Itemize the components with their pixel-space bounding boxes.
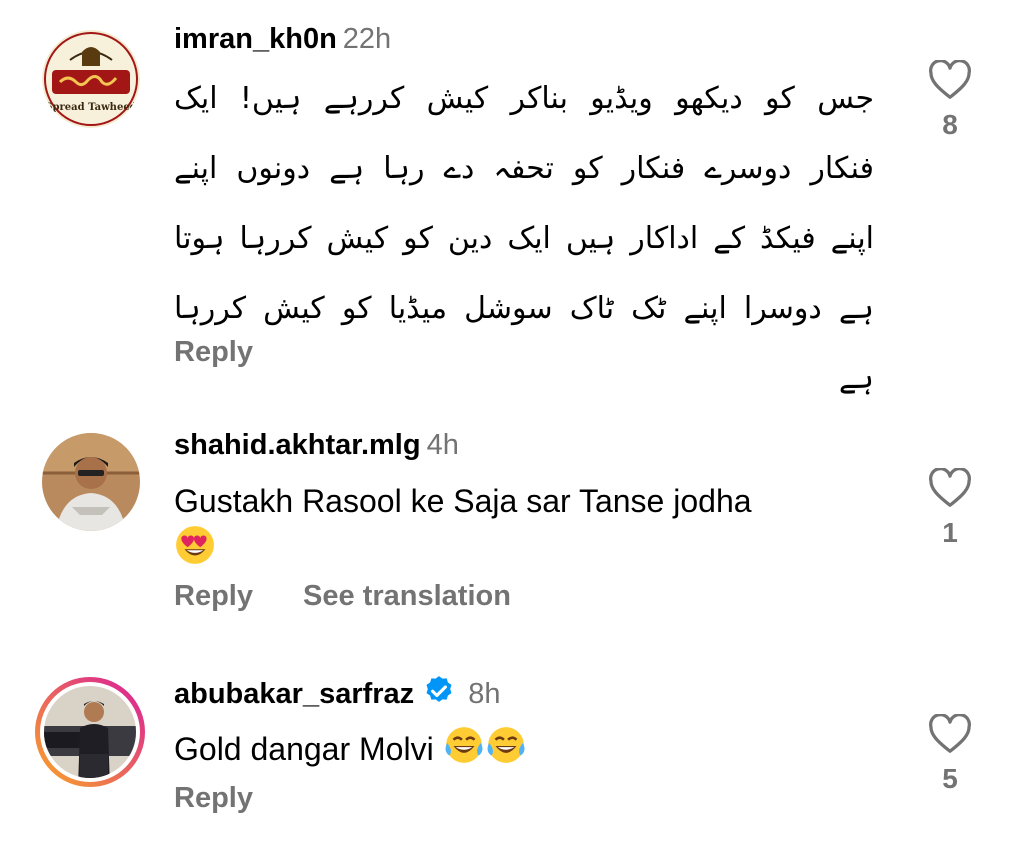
spread-tawheed-logo-icon: Spread Tawheed — [42, 30, 140, 128]
profile-photo-icon — [42, 433, 140, 531]
username[interactable]: imran_kh0n — [174, 23, 337, 55]
username[interactable]: shahid.akhtar.mlg — [174, 429, 421, 461]
avatar[interactable] — [34, 676, 146, 788]
timestamp: 8h — [468, 678, 501, 710]
comment-text: Gustakh Rasool ke Saja sar Tanse jodha — [174, 478, 752, 578]
like-control: 5 — [926, 713, 974, 795]
avatar[interactable]: Spread Tawheed — [42, 30, 140, 128]
tears-of-joy-emoji-icon — [443, 724, 485, 778]
reply-button[interactable]: Reply — [174, 580, 253, 612]
comment-text-content: Gustakh Rasool ke Saja sar Tanse jodha — [174, 483, 752, 519]
heart-icon[interactable] — [928, 713, 972, 754]
comment-meta: imran_kh0n 22h — [174, 22, 391, 56]
timestamp: 22h — [342, 23, 392, 55]
comment-meta: abubakar_sarfraz 8h — [174, 674, 500, 711]
reply-button[interactable]: Reply — [174, 336, 253, 368]
timestamp: 4h — [426, 429, 459, 461]
svg-text:Spread Tawheed: Spread Tawheed — [45, 102, 136, 113]
comment-text-content: Gold dangar Molvi — [174, 731, 434, 767]
heart-icon[interactable] — [928, 59, 972, 100]
reply-button[interactable]: Reply — [174, 782, 253, 814]
comment-actions: Reply — [174, 336, 295, 369]
username[interactable]: abubakar_sarfraz — [174, 678, 414, 710]
tears-of-joy-emoji-icon — [485, 724, 527, 778]
see-translation-button[interactable]: See translation — [303, 580, 511, 612]
heart-icon[interactable] — [928, 467, 972, 508]
comment-actions: Reply See translation — [174, 580, 553, 613]
like-count: 5 — [942, 763, 958, 794]
comment-text: Gold dangar Molvi — [174, 724, 527, 778]
like-control: 8 — [926, 59, 974, 141]
like-count: 8 — [942, 109, 958, 140]
comment-meta: shahid.akhtar.mlg 4h — [174, 428, 459, 462]
comment-actions: Reply — [174, 782, 295, 815]
story-ring-profile-photo-icon — [35, 677, 145, 787]
verified-badge-icon — [426, 676, 452, 702]
avatar[interactable] — [42, 433, 140, 531]
heart-eyes-emoji-icon — [174, 524, 216, 578]
like-control: 1 — [926, 467, 974, 549]
like-count: 1 — [942, 517, 958, 548]
